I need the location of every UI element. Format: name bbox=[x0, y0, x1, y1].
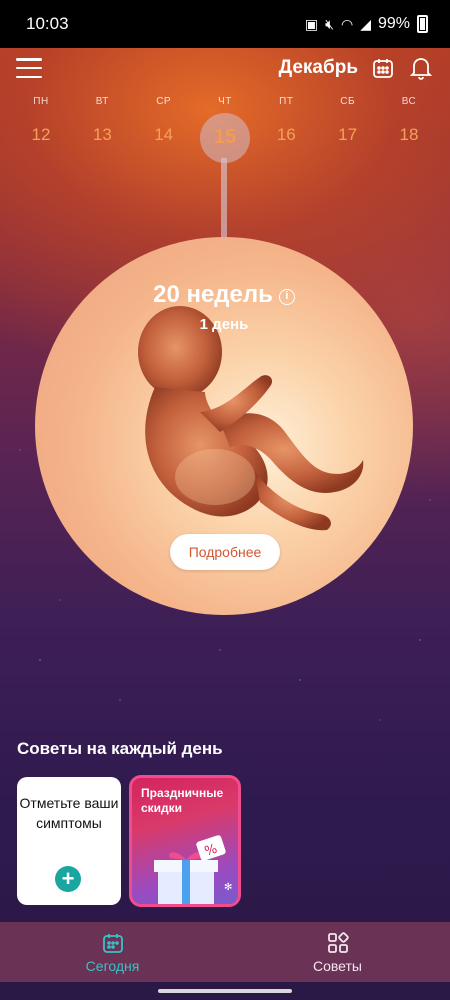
day-name: ПТ bbox=[279, 96, 294, 107]
signal-icon: ◢ bbox=[360, 15, 371, 32]
gift-icon: % ✻ bbox=[154, 835, 232, 904]
battery-percent: 99% bbox=[377, 15, 410, 32]
day-name: ЧТ bbox=[218, 96, 232, 107]
wifi-icon: ◠ bbox=[340, 15, 354, 32]
pregnancy-circle[interactable]: 20 недель i 1 день Подробнее bbox=[35, 237, 413, 615]
mute-icon: 🔇︎ bbox=[325, 15, 334, 32]
nfc-icon: ▣ bbox=[304, 15, 319, 32]
bottom-nav: Сегодня Советы bbox=[0, 922, 450, 982]
nav-today-label: Сегодня bbox=[85, 957, 140, 974]
month-label[interactable]: Декабрь bbox=[279, 57, 358, 79]
day-number: 15 bbox=[213, 126, 237, 148]
day-number: 17 bbox=[338, 125, 358, 144]
svg-text:✻: ✻ bbox=[224, 882, 232, 893]
top-bar: Декабрь bbox=[0, 48, 450, 88]
day-name: СБ bbox=[340, 96, 356, 107]
weeks-label: 20 недель i bbox=[35, 281, 413, 309]
day-sat[interactable]: СБ 17 bbox=[323, 96, 373, 150]
day-number: 18 bbox=[399, 125, 419, 144]
day-name: СР bbox=[156, 96, 172, 107]
day-thu-selected[interactable]: ЧТ 15 bbox=[199, 96, 250, 163]
day-sun[interactable]: ВС 18 bbox=[384, 96, 434, 150]
tips-title: Советы на каждый день bbox=[17, 739, 223, 758]
grid-icon bbox=[327, 931, 349, 953]
battery-icon bbox=[417, 15, 428, 33]
nav-tips-label: Советы bbox=[313, 957, 362, 974]
day-mon[interactable]: ПН 12 bbox=[16, 96, 66, 150]
day-number: 13 bbox=[92, 125, 112, 144]
day-number: 14 bbox=[154, 125, 174, 144]
status-icons: ▣ 🔇︎ ◠ ◢ 99% bbox=[305, 15, 428, 33]
nav-tips[interactable]: Советы bbox=[225, 922, 450, 982]
day-tue[interactable]: ВТ 13 bbox=[77, 96, 127, 150]
day-fri[interactable]: ПТ 16 bbox=[261, 96, 311, 150]
more-button[interactable]: Подробнее bbox=[170, 534, 280, 570]
top-right: Декабрь bbox=[279, 55, 434, 81]
nav-today[interactable]: Сегодня bbox=[0, 922, 225, 982]
holiday-sale-card[interactable]: Праздничные скидки % ✻ bbox=[129, 775, 241, 907]
day-number: 12 bbox=[31, 125, 51, 144]
day-wed[interactable]: СР 14 bbox=[139, 96, 189, 150]
week-strip: ПН 12 ВТ 13 СР 14 ЧТ 15 ПТ 16 СБ 17 ВС 1… bbox=[16, 96, 434, 163]
info-icon[interactable]: i bbox=[278, 289, 295, 305]
status-time: 10:03 bbox=[26, 14, 69, 33]
day-name: ПН bbox=[33, 96, 49, 107]
day-name: ВТ bbox=[95, 96, 109, 107]
days-label: 1 день bbox=[199, 316, 249, 333]
calendar-icon[interactable] bbox=[370, 55, 396, 81]
menu-icon[interactable] bbox=[16, 58, 42, 78]
symptoms-card[interactable]: Отметьте ваши симптомы + bbox=[17, 777, 121, 905]
bell-icon[interactable] bbox=[408, 55, 434, 81]
symptoms-card-text: Отметьте ваши симптомы bbox=[19, 795, 119, 831]
tips-row: Отметьте ваши симптомы + Праздничные ски… bbox=[17, 775, 241, 907]
day-name: ВС bbox=[401, 96, 417, 107]
day-connector bbox=[221, 158, 227, 238]
day-number: 16 bbox=[276, 125, 296, 144]
promo-card-text: Праздничные скидки bbox=[141, 786, 224, 815]
status-bar: 10:03 ▣ 🔇︎ ◠ ◢ 99% bbox=[0, 0, 450, 48]
weeks-text: 20 недель bbox=[153, 281, 273, 308]
calendar-icon bbox=[102, 933, 123, 953]
home-gesture-bar[interactable] bbox=[158, 989, 292, 993]
add-symptom-button[interactable]: + bbox=[55, 866, 81, 892]
